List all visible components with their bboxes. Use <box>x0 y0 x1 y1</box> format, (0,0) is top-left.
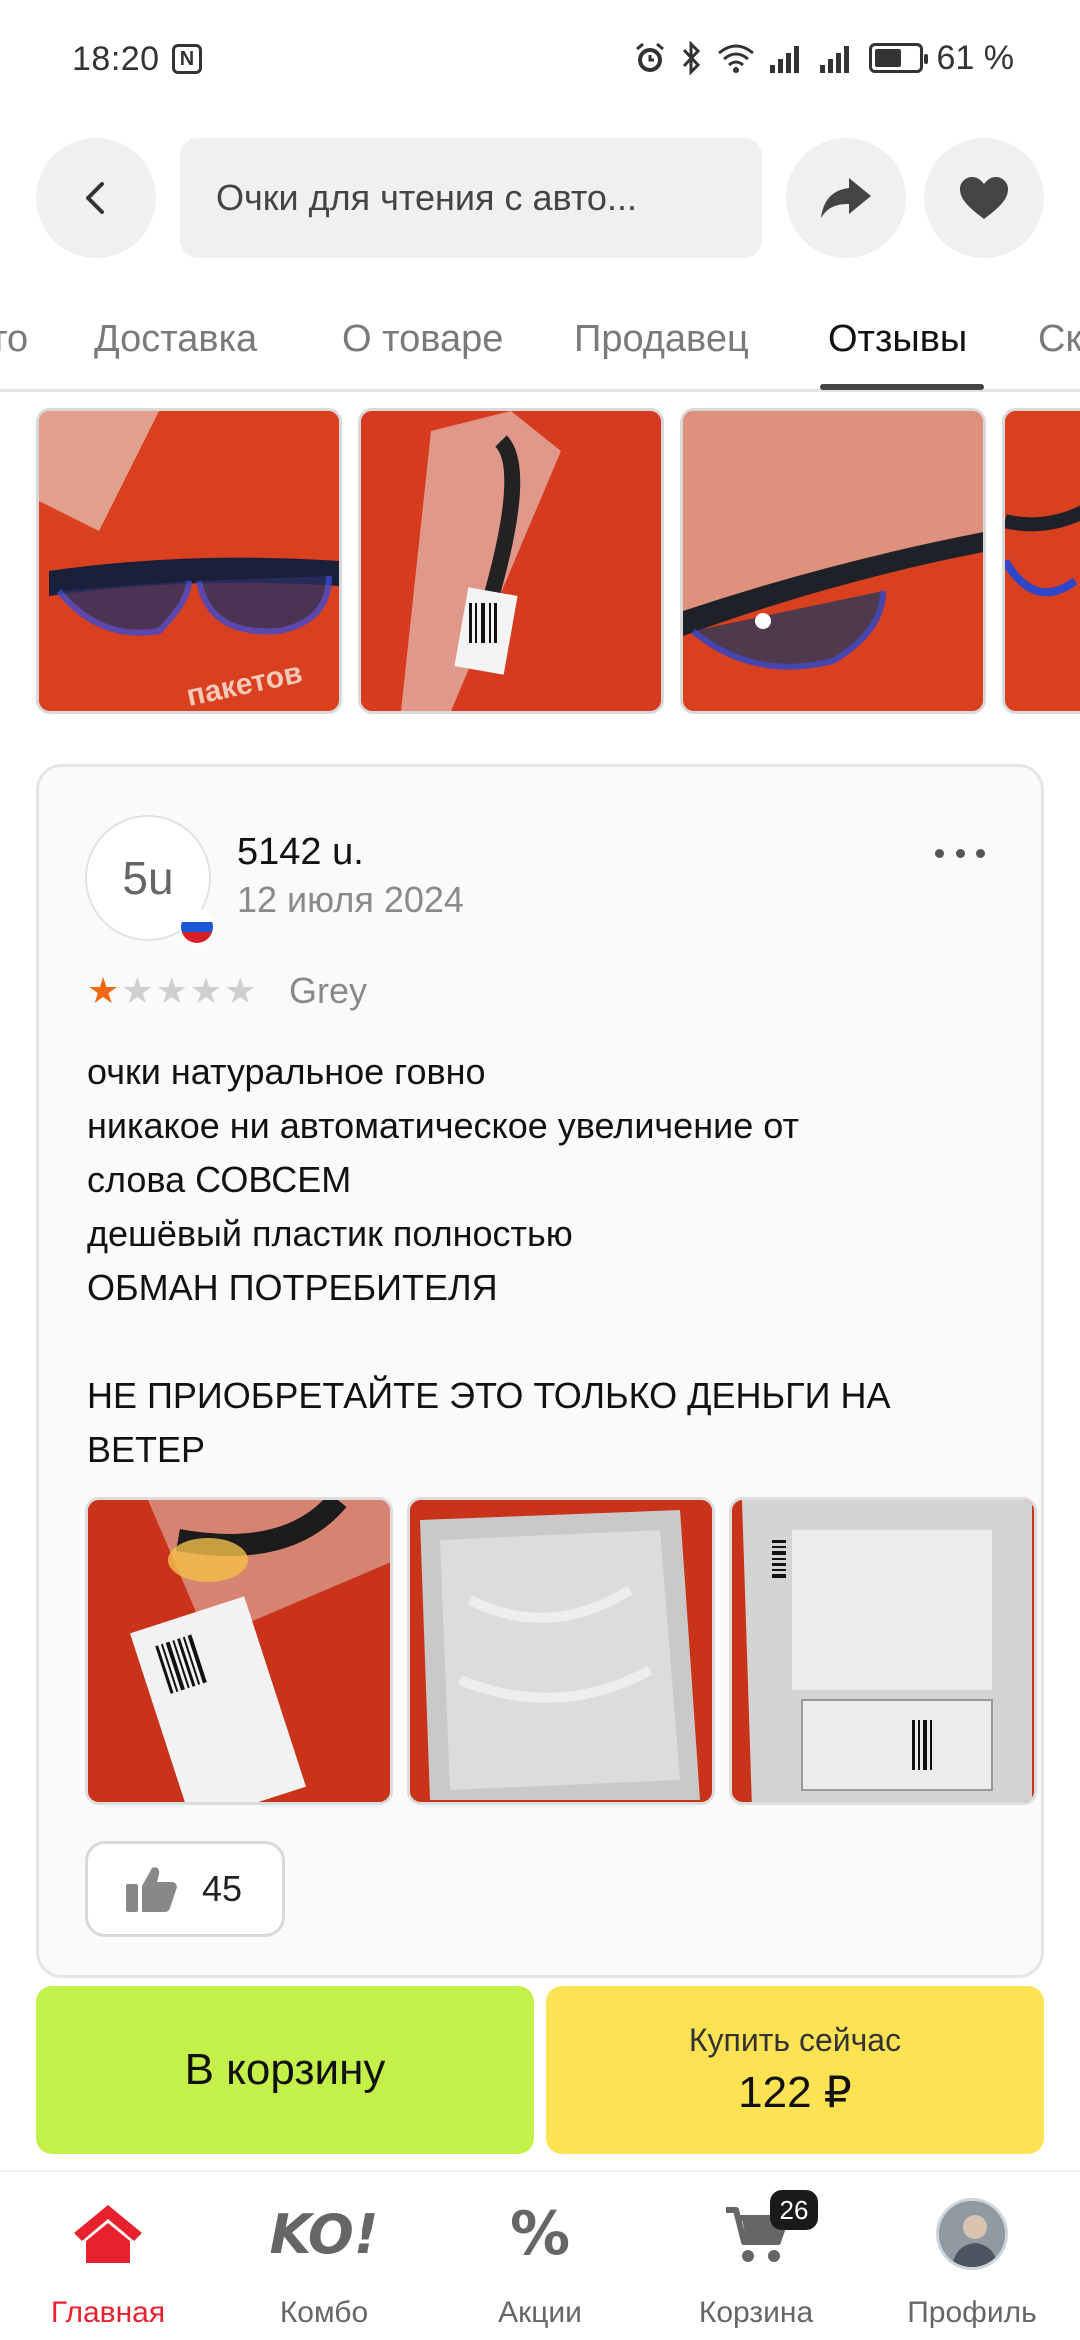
tab-partial-left[interactable]: то <box>0 318 28 361</box>
dot <box>935 848 944 858</box>
star-filled-icon: ★ <box>87 970 120 1011</box>
active-tab-indicator <box>820 384 984 390</box>
review-card: 5u 5142 u. 12 июля 2024 ★ ★ ★ ★ ★ Grey очки … <box>36 764 1044 1978</box>
favorite-button[interactable] <box>924 138 1044 258</box>
rating-stars: ★ ★ ★ ★ ★ <box>87 971 256 1011</box>
heart-icon <box>960 177 1008 219</box>
thumbs-up-icon <box>126 1867 177 1912</box>
tab-seller[interactable]: Продавец <box>574 318 749 361</box>
review-line: слова СОВСЕМ <box>87 1159 352 1200</box>
chevron-left-icon <box>86 182 104 214</box>
battery-icon <box>868 43 928 73</box>
avatar-initials: 5u <box>122 852 174 904</box>
review-variant: Grey <box>289 970 368 1011</box>
nav-item-home[interactable]: Главная <box>0 2172 216 2340</box>
review-line: НЕ ПРИОБРЕТАЙТЕ ЭТО ТОЛЬКО ДЕНЬГИ НА <box>87 1375 891 1416</box>
tab-delivery[interactable]: Доставка <box>94 318 257 361</box>
buy-now-button[interactable]: Купить сейчас 122 ₽ <box>546 1986 1044 2154</box>
section-tabs: то Доставка О товаре Продавец Отзывы Ск <box>0 300 1080 392</box>
home-icon <box>63 2196 153 2272</box>
star-empty-icon: ★ <box>224 970 257 1011</box>
review-line: никакое ни автоматическое увеличение от <box>87 1105 799 1146</box>
like-count: 45 <box>202 1868 243 1909</box>
signal-icon <box>769 46 799 73</box>
nav-label: Корзина <box>698 2296 814 2329</box>
russia-flag-icon <box>179 909 215 945</box>
like-button[interactable]: 45 <box>85 1841 285 1937</box>
search-text: Очки для чтения с авто... <box>216 177 637 218</box>
add-to-cart-button[interactable]: В корзину <box>36 1986 534 2154</box>
nav-item-combo[interactable]: KO! Комбо <box>216 2172 432 2340</box>
buy-now-label: Купить сейчас <box>688 2022 902 2058</box>
search-input[interactable]: Очки для чтения с авто... <box>180 138 762 258</box>
gallery-photo[interactable] <box>680 408 986 714</box>
add-to-cart-label: В корзину <box>184 2045 386 2094</box>
battery-percent: 61 % <box>936 38 1015 77</box>
nav-item-profile[interactable]: Профиль <box>864 2172 1080 2340</box>
status-icons: 61 % <box>633 38 1015 78</box>
review-line: дешёвый пластик полностью <box>87 1213 573 1254</box>
wifi-icon <box>717 44 754 73</box>
nav-label: Акции <box>498 2296 582 2329</box>
review-author: 5142 u. <box>237 831 364 873</box>
profile-avatar <box>936 2198 1008 2270</box>
profile-icon-wrap <box>927 2196 1017 2272</box>
bluetooth-icon <box>682 41 700 75</box>
tab-partial-right[interactable]: Ск <box>1038 318 1080 361</box>
review-line: ОБМАН ПОТРЕБИТЕЛЯ <box>87 1267 498 1308</box>
signal-icon <box>819 46 849 73</box>
review-photo[interactable] <box>729 1497 1037 1805</box>
dot <box>976 848 985 858</box>
review-line: очки натуральное говно <box>87 1051 486 1092</box>
alarm-icon <box>635 42 664 72</box>
tab-reviews[interactable]: Отзывы <box>828 318 967 361</box>
review-line: ВЕТЕР <box>87 1429 206 1470</box>
share-icon <box>821 178 871 218</box>
bottom-navigation: Главная KO! Комбо % Акции 26 Корзина Про… <box>0 2170 1080 2340</box>
percent-icon-text: % <box>509 2199 571 2269</box>
back-button[interactable] <box>36 138 156 258</box>
cart-badge: 26 <box>770 2190 818 2230</box>
gallery-photo[interactable] <box>358 408 664 714</box>
share-button[interactable] <box>786 138 906 258</box>
combo-icon-text: KO! <box>269 2202 379 2266</box>
nav-label: Комбо <box>279 2296 369 2329</box>
star-empty-icon: ★ <box>189 970 223 1011</box>
gallery-photo[interactable]: пакетов <box>36 408 342 714</box>
gallery-photo[interactable] <box>1002 408 1080 714</box>
tab-about[interactable]: О товаре <box>342 318 503 361</box>
percent-icon: % <box>495 2196 585 2272</box>
review-photo[interactable] <box>85 1497 393 1805</box>
status-bar: 18:20 N 61 % <box>0 0 1080 120</box>
review-line <box>87 1315 1007 1369</box>
review-date: 12 июля 2024 <box>237 879 464 920</box>
nav-label: Профиль <box>907 2296 1037 2329</box>
review-photo[interactable] <box>407 1497 715 1805</box>
nav-label: Главная <box>50 2296 166 2329</box>
dot <box>955 848 965 858</box>
review-photos <box>85 1497 1037 1805</box>
status-time: 18:20 <box>72 40 160 78</box>
nav-item-cart[interactable]: 26 Корзина <box>648 2172 864 2340</box>
more-options-button[interactable] <box>935 843 985 863</box>
star-empty-icon: ★ <box>155 970 188 1011</box>
nfc-icon: N <box>172 44 202 74</box>
combo-icon: KO! <box>270 2196 379 2272</box>
star-empty-icon: ★ <box>121 970 154 1011</box>
price: 122 ₽ <box>738 2068 852 2117</box>
nav-item-promotions[interactable]: % Акции <box>432 2172 648 2340</box>
review-text: очки натуральное говно никакое ни автома… <box>87 1045 1007 1477</box>
review-photo-gallery: пакетов <box>0 408 1080 714</box>
